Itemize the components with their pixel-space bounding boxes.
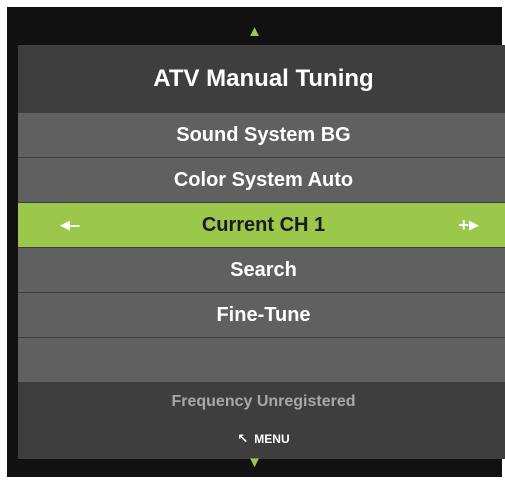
return-icon: ↖	[237, 431, 249, 446]
triangle-down-icon[interactable]: ▼	[7, 455, 502, 470]
menu-title: ATV Manual Tuning	[18, 45, 505, 113]
menu-item-current-channel[interactable]: ◀ – Current CH 1 + ▶	[18, 203, 505, 247]
increase-control[interactable]: + ▶	[458, 203, 479, 247]
frequency-status: Frequency Unregistered	[171, 393, 356, 410]
menu-item-label: Fine-Tune	[216, 303, 311, 326]
menu-hint-label: MENU	[254, 432, 290, 446]
menu-item-label: Search	[230, 258, 297, 281]
triangle-up-icon[interactable]: ▲	[7, 24, 502, 39]
menu-item-label: Current CH 1	[201, 213, 326, 236]
menu-item-search[interactable]: Search	[18, 248, 505, 292]
menu-item-fine-tune[interactable]: Fine-Tune	[18, 293, 505, 337]
menu-item-color-system[interactable]: Color System Auto	[18, 158, 505, 202]
left-triangle-icon: ◀	[60, 217, 70, 232]
menu-item-sound-system[interactable]: Sound System BG	[18, 113, 505, 157]
menu-item-label: Color System Auto	[173, 168, 354, 191]
minus-icon: –	[70, 214, 81, 235]
plus-icon: +	[458, 214, 469, 235]
menu-hint: ↖ MENU	[18, 431, 505, 447]
manual-tuning-menu: ATV Manual Tuning Sound System BG Color …	[18, 45, 505, 459]
empty-menu-row	[18, 338, 505, 382]
decrease-control[interactable]: ◀ –	[60, 203, 80, 247]
tv-frame: ▲ ATV Manual Tuning Sound System BG Colo…	[7, 7, 505, 477]
menu-item-label: Sound System BG	[176, 123, 351, 146]
right-triangle-icon: ▶	[469, 217, 479, 232]
